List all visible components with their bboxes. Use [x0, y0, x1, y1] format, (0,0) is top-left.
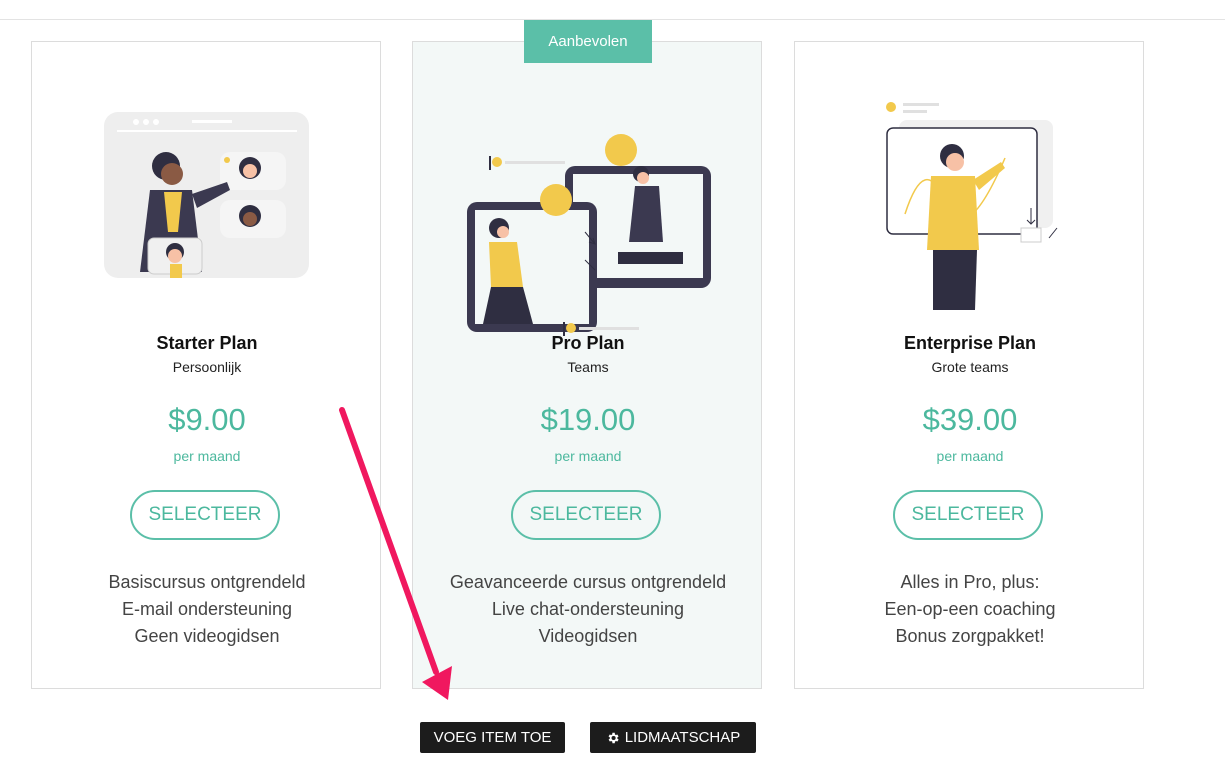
- pricing-card-pro: Pro Plan Teams $19.00 per maand SELECTEE…: [412, 41, 762, 689]
- feature-item: Bonus zorgpakket!: [895, 626, 1045, 646]
- select-pro-button[interactable]: SELECTEER: [511, 490, 661, 540]
- plan-features: Geavanceerde cursus ontgrendeld Live cha…: [413, 569, 763, 650]
- plan-period: per maand: [936, 448, 1004, 464]
- enterprise-illustration: [886, 102, 1058, 310]
- pro-illustration: [467, 134, 711, 336]
- feature-item: Live chat-ondersteuning: [491, 599, 685, 619]
- gear-icon: [608, 732, 619, 743]
- feature-item: E-mail ondersteuning: [121, 599, 293, 619]
- plan-name: Enterprise Plan: [903, 333, 1037, 353]
- plan-subtitle: Teams: [567, 359, 609, 375]
- starter-illustration: [104, 112, 309, 278]
- plan-price: $9.00: [168, 402, 246, 437]
- feature-item: Geavanceerde cursus ontgrendeld: [449, 572, 727, 592]
- plan-period: per maand: [554, 448, 622, 464]
- plan-name: Starter Plan: [156, 333, 258, 353]
- plan-price: $39.00: [922, 402, 1018, 437]
- feature-item: Alles in Pro, plus:: [900, 572, 1040, 592]
- feature-item: Een-op-een coaching: [884, 599, 1056, 619]
- plan-name: Pro Plan: [551, 333, 625, 353]
- plan-period: per maand: [173, 448, 241, 464]
- recommended-badge: Aanbevolen: [524, 20, 652, 63]
- plan-subtitle: Grote teams: [931, 359, 1009, 375]
- select-enterprise-button[interactable]: SELECTEER: [893, 490, 1043, 540]
- pricing-card-starter: Starter Plan Persoonlijk $9.00 per maand…: [31, 41, 381, 689]
- plan-subtitle: Persoonlijk: [172, 359, 242, 375]
- add-item-button[interactable]: VOEG ITEM TOE: [420, 722, 565, 753]
- add-item-label: VOEG ITEM TOE: [433, 729, 552, 746]
- plan-price: $19.00: [540, 402, 636, 437]
- top-divider: [0, 0, 1225, 20]
- select-starter-button[interactable]: SELECTEER: [130, 490, 280, 540]
- feature-item: Videogidsen: [538, 626, 638, 646]
- pricing-card-enterprise: Enterprise Plan Grote teams $39.00 per m…: [794, 41, 1144, 689]
- plan-features: Basiscursus ontgrendeld E-mail ondersteu…: [32, 569, 382, 650]
- feature-item: Basiscursus ontgrendeld: [108, 572, 306, 592]
- membership-button[interactable]: LIDMAATSCHAP: [590, 722, 756, 753]
- feature-item: Geen videogidsen: [134, 626, 280, 646]
- membership-label: LIDMAATSCHAP: [624, 729, 741, 746]
- plan-features: Alles in Pro, plus: Een-op-een coaching …: [795, 569, 1145, 650]
